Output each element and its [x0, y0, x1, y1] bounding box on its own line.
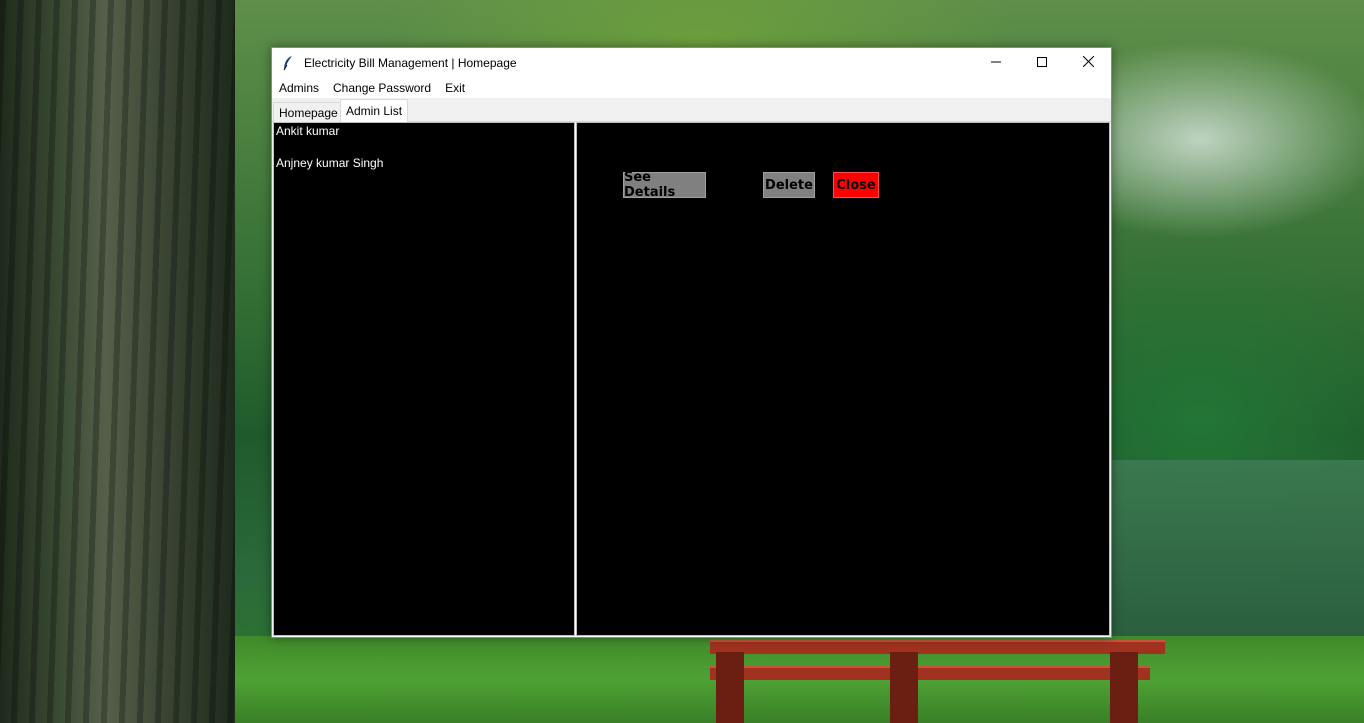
menu-exit[interactable]: Exit	[438, 78, 472, 98]
list-item[interactable]: Anjney kumar Singh	[276, 156, 383, 170]
app-window: Electricity Bill Management | Homepage A…	[271, 47, 1112, 638]
minimize-button[interactable]	[973, 48, 1019, 78]
see-details-button[interactable]: See Details	[623, 170, 706, 200]
title-bar[interactable]: Electricity Bill Management | Homepage	[272, 48, 1111, 78]
admin-list-page: Ankit kumar Anjney kumar Singh See Detai…	[273, 122, 1110, 637]
menu-bar: Admins Change Password Exit	[272, 78, 1111, 98]
menu-change-password[interactable]: Change Password	[326, 78, 438, 98]
wallpaper-bench	[710, 636, 1170, 723]
delete-button[interactable]: Delete	[763, 172, 815, 198]
tab-strip: Homepage Admin List	[272, 98, 1111, 123]
close-icon	[1082, 54, 1094, 72]
minimize-icon	[991, 54, 1001, 72]
admin-listbox[interactable]: Ankit kumar Anjney kumar Singh	[273, 122, 575, 636]
window-controls	[973, 48, 1111, 78]
tab-admin-list[interactable]: Admin List	[340, 99, 409, 123]
menu-admins[interactable]: Admins	[272, 78, 326, 98]
close-button[interactable]: Close	[833, 172, 879, 198]
window-title: Electricity Bill Management | Homepage	[304, 56, 517, 70]
list-item[interactable]: Ankit kumar	[276, 124, 339, 138]
close-window-button[interactable]	[1065, 48, 1111, 78]
maximize-icon	[1037, 54, 1047, 72]
maximize-button[interactable]	[1019, 48, 1065, 78]
admin-detail-panel: See Details Delete Close	[576, 122, 1110, 636]
tab-homepage[interactable]: Homepage	[273, 102, 344, 122]
wallpaper-tree-trunk	[0, 0, 235, 723]
feather-icon	[281, 55, 295, 71]
